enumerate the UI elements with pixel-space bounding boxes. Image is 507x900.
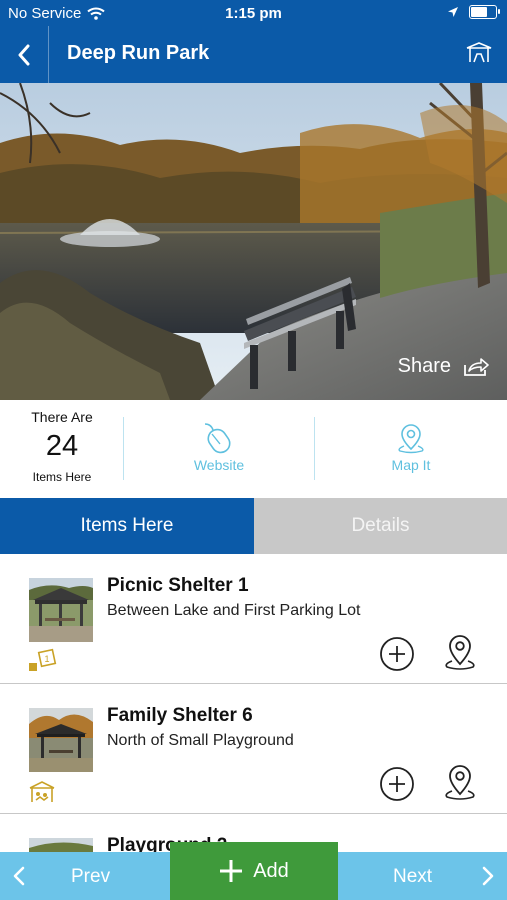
mouse-icon bbox=[204, 423, 231, 454]
clock: 1:15 pm bbox=[225, 5, 282, 22]
item-name: Family Shelter 6 bbox=[107, 705, 253, 726]
item-description: Between Lake and First Parking Lot bbox=[107, 602, 361, 619]
website-button[interactable]: Website bbox=[124, 400, 314, 498]
map-pin-icon bbox=[398, 424, 424, 454]
location-arrow-icon bbox=[448, 7, 458, 17]
website-label: Website bbox=[193, 457, 245, 473]
item-map-pin-icon[interactable] bbox=[442, 634, 478, 672]
marker-number: 1 bbox=[44, 654, 49, 664]
item-thumbnail bbox=[29, 708, 93, 772]
tab-bar: Items Here Details bbox=[0, 498, 507, 554]
item-thumbnail bbox=[29, 578, 93, 642]
item-count: There Are 24 Items Here bbox=[0, 400, 124, 498]
share-icon bbox=[464, 357, 489, 376]
tab-details[interactable]: Details bbox=[254, 498, 507, 554]
share-label: Share bbox=[397, 355, 451, 377]
add-item-button[interactable] bbox=[379, 766, 415, 802]
item-map-pin-icon[interactable] bbox=[442, 764, 478, 802]
back-button[interactable] bbox=[0, 26, 49, 83]
list-item[interactable]: Family Shelter 6 North of Small Playgrou… bbox=[0, 684, 507, 814]
chevron-left-icon bbox=[18, 44, 30, 65]
add-item-button[interactable] bbox=[379, 636, 415, 672]
share-button[interactable]: Share bbox=[398, 355, 489, 378]
map-it-button[interactable]: Map It bbox=[315, 400, 507, 498]
park-photo: Share bbox=[0, 83, 507, 400]
count-prefix: There Are bbox=[31, 409, 93, 425]
add-label: Add bbox=[253, 859, 289, 882]
plus-icon bbox=[220, 860, 243, 882]
shelter-icon[interactable] bbox=[465, 40, 493, 66]
item-thumbnail bbox=[29, 838, 93, 852]
item-name: Picnic Shelter 1 bbox=[107, 575, 249, 596]
count-number: 24 bbox=[45, 430, 79, 462]
next-button[interactable]: Next bbox=[337, 852, 507, 900]
status-bar: No Service 1:15 pm bbox=[0, 0, 507, 26]
count-suffix: Items Here bbox=[32, 470, 92, 484]
tab-items-here[interactable]: Items Here bbox=[0, 498, 254, 554]
prev-button[interactable]: Prev bbox=[0, 852, 170, 900]
battery-icon bbox=[469, 5, 500, 19]
chevron-right-icon bbox=[482, 866, 494, 886]
add-button[interactable]: Add bbox=[170, 842, 338, 900]
map-it-label: Map It bbox=[391, 457, 431, 473]
next-label: Next bbox=[393, 866, 433, 887]
numbered-marker-icon: 1 bbox=[29, 648, 57, 671]
nav-bar: Deep Run Park bbox=[0, 26, 507, 83]
item-description: North of Small Playground bbox=[107, 732, 294, 749]
page-title: Deep Run Park bbox=[67, 42, 210, 64]
list-item[interactable]: Picnic Shelter 1 Between Lake and First … bbox=[0, 554, 507, 684]
family-shelter-icon bbox=[29, 781, 55, 802]
items-list: Picnic Shelter 1 Between Lake and First … bbox=[0, 554, 507, 852]
summary-bar: There Are 24 Items Here Website Map It bbox=[0, 400, 507, 498]
prev-label: Prev bbox=[71, 866, 111, 887]
chevron-left-icon bbox=[13, 866, 25, 886]
